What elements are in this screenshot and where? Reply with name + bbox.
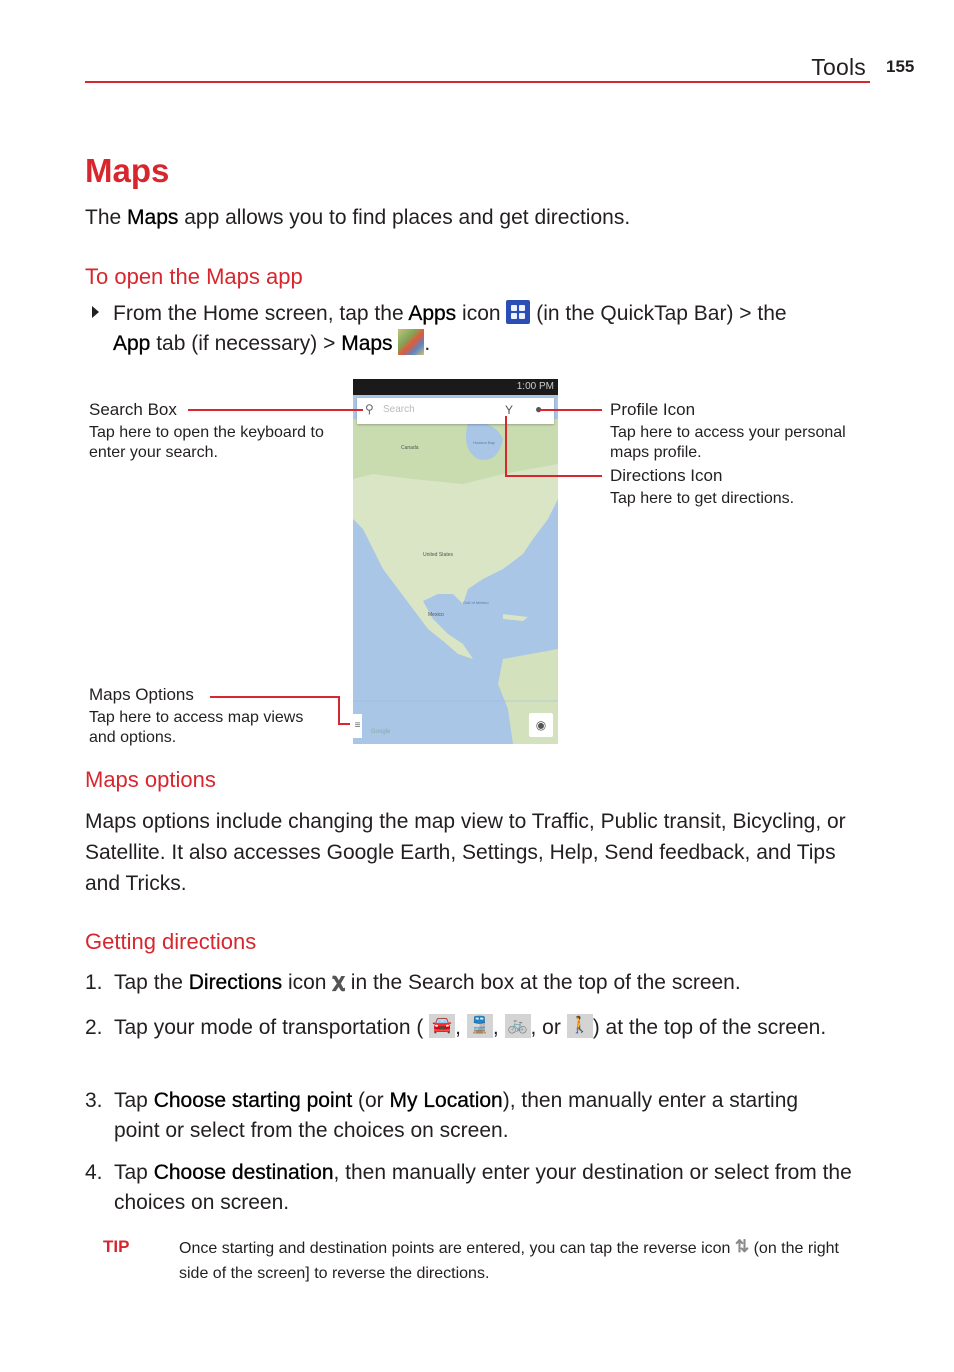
map-label-us: United States — [423, 552, 454, 558]
reverse-arrows-icon: ⇅ — [734, 1237, 750, 1257]
callout-title: Directions Icon — [610, 466, 723, 485]
step-text: Tap — [114, 1089, 154, 1112]
intro-post: app allows you to find places and get di… — [178, 206, 631, 229]
step-text: (in the QuickTap Bar) > the — [530, 302, 787, 325]
tip-text: Once starting and destination points are… — [179, 1236, 859, 1286]
google-watermark: Google — [371, 729, 391, 735]
open-app-step: From the Home screen, tap the Apps icon … — [92, 299, 882, 359]
my-location-button[interactable]: ◉ — [529, 713, 553, 737]
callout-desc: Tap here to access your personal maps pr… — [610, 424, 846, 461]
app-tab-label: App — [113, 332, 151, 355]
callout-line-directions-h — [505, 475, 602, 477]
apps-grid-icon — [506, 300, 531, 325]
page-title: Maps — [85, 152, 170, 189]
step-text: in the Search box at the top of the scre… — [344, 971, 741, 994]
apps-label: Apps — [408, 302, 457, 325]
directions-icon: 𝛘 — [332, 970, 345, 993]
intro-paragraph: The Maps app allows you to find places a… — [85, 203, 630, 233]
step-text: From the Home screen, tap the — [113, 302, 409, 325]
callout-desc: Tap here to get directions. — [610, 490, 795, 507]
step-text: ) at the top of the screen. — [592, 1016, 827, 1039]
intro-bold: Maps — [127, 206, 179, 229]
map-label-gulf: Gulf of Mexico — [463, 600, 489, 605]
tip-text-part: Once starting and destination points are… — [179, 1240, 735, 1257]
step-text: Tap the — [114, 971, 189, 994]
step-text: Tap — [114, 1161, 154, 1184]
step-text: icon — [282, 971, 333, 994]
step-text: tab (if necessary) > — [150, 332, 342, 355]
header-rule — [85, 81, 870, 83]
bicycle-icon: 🚲 — [504, 1014, 531, 1039]
step-number: 4. — [85, 1161, 103, 1184]
step-text: . — [424, 332, 431, 355]
map-label-canada: Canada — [401, 445, 419, 451]
step-bold: Directions — [188, 971, 283, 994]
map-label-mexico: Mexico — [428, 612, 444, 618]
section-name: Tools — [811, 54, 866, 80]
step-bold: Choose starting point — [153, 1089, 353, 1112]
page-number: 155 — [886, 57, 915, 76]
map-label-hudson: Hudson Bay — [473, 440, 495, 445]
car-icon: 🚘 — [429, 1014, 456, 1039]
callout-desc: Tap here to access map views and options… — [89, 709, 304, 746]
step-text: (or — [352, 1089, 390, 1112]
maps-options-button[interactable]: ≡ — [353, 714, 362, 738]
step-number: 1. — [85, 971, 103, 994]
maps-app-icon — [398, 329, 425, 356]
maps-screenshot: Canada Hudson Bay United States Gulf of … — [353, 379, 558, 744]
callout-line-search — [188, 409, 363, 411]
callout-line-profile — [540, 409, 602, 411]
transit-icon: 🚆 — [466, 1014, 493, 1039]
callout-title: Maps Options — [89, 685, 194, 704]
walking-icon: 🚶 — [566, 1014, 593, 1039]
map-graphic: Canada Hudson Bay United States Gulf of … — [353, 379, 558, 744]
open-app-heading: To open the Maps app — [85, 264, 303, 289]
step-bold: My Location — [389, 1089, 503, 1112]
maps-options-text: Maps options include changing the map vi… — [85, 810, 846, 895]
directions-icon[interactable]: Y — [505, 403, 513, 417]
search-icon: ⚲ — [365, 402, 374, 416]
maps-options-heading: Maps options — [85, 767, 216, 792]
callout-line-options-v — [338, 696, 340, 725]
step-text: Tap your mode of transportation ( — [114, 1016, 430, 1039]
bullet-triangle-icon — [92, 306, 99, 319]
tip-label: TIP — [103, 1237, 130, 1256]
status-bar: 1:00 PM — [353, 379, 558, 395]
directions-heading: Getting directions — [85, 929, 257, 954]
search-box[interactable]: ⚲ Search Y ● — [357, 398, 554, 424]
maps-label: Maps — [341, 332, 393, 355]
callout-line-directions-v — [505, 416, 507, 477]
callout-maps-options: Maps Options Tap here to access map view… — [89, 685, 334, 748]
step-bold: Choose destination — [153, 1161, 334, 1184]
callout-line-options-h — [210, 696, 340, 698]
callout-line-options-h2 — [338, 723, 350, 725]
intro-pre: The — [85, 206, 128, 229]
step-text: icon — [456, 302, 507, 325]
callout-title: Profile Icon — [610, 400, 696, 419]
step-number: 2. — [85, 1016, 103, 1039]
status-time: 1:00 PM — [516, 381, 554, 392]
callout-directions-icon: Directions Icon Tap here to get directio… — [610, 466, 875, 509]
callout-profile-icon: Profile Icon Tap here to access your per… — [610, 400, 875, 463]
step-number: 3. — [85, 1089, 103, 1112]
search-placeholder: Search — [383, 404, 415, 415]
callout-desc: Tap here to open the keyboard to enter y… — [89, 424, 324, 461]
